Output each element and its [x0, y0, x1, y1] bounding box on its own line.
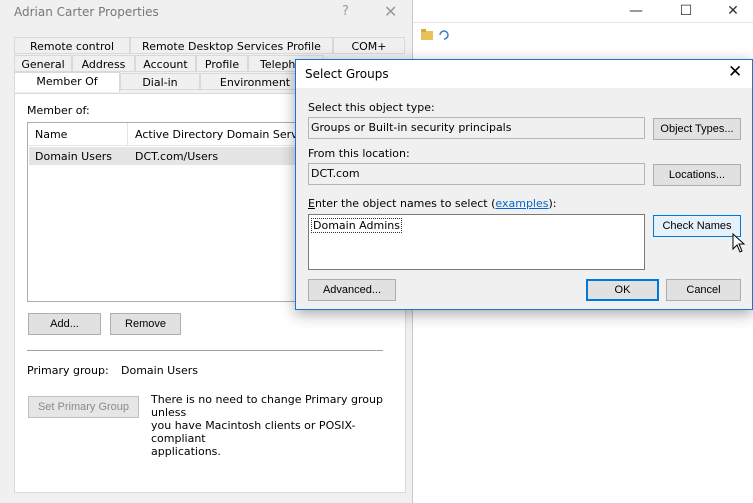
- dialog-titlebar: Select Groups ✕: [296, 60, 752, 88]
- tab-general[interactable]: General: [14, 55, 72, 72]
- enter-names-suffix: ):: [548, 197, 557, 210]
- maximize-icon[interactable]: ☐: [671, 2, 701, 20]
- close-icon[interactable]: ✕: [384, 2, 397, 21]
- locations-button[interactable]: Locations...: [653, 164, 741, 186]
- tab-com-plus[interactable]: COM+: [333, 37, 405, 54]
- object-names-value: Domain Admins: [311, 218, 402, 233]
- row-name-cell: Domain Users: [35, 150, 112, 163]
- tab-member-of[interactable]: Member Of: [14, 72, 120, 92]
- primary-group-info: There is no need to change Primary group…: [151, 393, 391, 458]
- help-icon[interactable]: ?: [342, 4, 349, 19]
- tab-address[interactable]: Address: [72, 55, 135, 72]
- member-of-label: Member of:: [27, 104, 90, 117]
- minimize-icon[interactable]: —: [621, 2, 651, 20]
- ok-button[interactable]: OK: [586, 279, 659, 301]
- enter-names-label: Enter the object names to select (exampl…: [308, 197, 556, 210]
- advanced-button[interactable]: Advanced...: [308, 279, 396, 301]
- column-header-name[interactable]: Name: [35, 128, 67, 141]
- location-label: From this location:: [308, 147, 410, 160]
- tab-profile[interactable]: Profile: [196, 55, 248, 72]
- add-button[interactable]: Add...: [28, 313, 101, 335]
- close-icon[interactable]: ✕: [728, 62, 742, 82]
- check-names-button[interactable]: Check Names: [653, 215, 741, 237]
- object-types-button[interactable]: Object Types...: [653, 118, 741, 140]
- table-row[interactable]: Domain Users DCT.com/Users: [29, 147, 316, 165]
- tab-account[interactable]: Account: [135, 55, 196, 72]
- tab-dial-in[interactable]: Dial-in: [120, 73, 200, 90]
- info-line: you have Macintosh clients or POSIX-comp…: [151, 419, 356, 445]
- object-type-field: Groups or Built-in security principals: [308, 117, 645, 139]
- info-line: There is no need to change Primary group…: [151, 393, 383, 419]
- column-divider[interactable]: [127, 123, 128, 145]
- object-names-input[interactable]: Domain Admins: [308, 214, 645, 270]
- row-folder-cell: DCT.com/Users: [135, 150, 219, 163]
- list-header: Name Active Directory Domain Services Fo…: [28, 123, 357, 146]
- cancel-button[interactable]: Cancel: [666, 279, 741, 301]
- remove-button[interactable]: Remove: [110, 313, 181, 335]
- info-line: applications.: [151, 445, 221, 458]
- member-of-list[interactable]: Name Active Directory Domain Services Fo…: [27, 122, 357, 302]
- window-title: Adrian Carter Properties: [14, 5, 159, 19]
- accelerator-key: E: [308, 197, 315, 210]
- object-type-label: Select this object type:: [308, 101, 435, 114]
- primary-group-value: Domain Users: [121, 364, 198, 377]
- divider: [27, 350, 383, 351]
- dialog-title: Select Groups: [305, 67, 389, 81]
- tab-rds-profile[interactable]: Remote Desktop Services Profile: [130, 37, 333, 54]
- location-field: DCT.com: [308, 163, 645, 185]
- tab-remote-control[interactable]: Remote control: [14, 37, 130, 54]
- primary-group-label: Primary group:: [27, 364, 109, 377]
- select-groups-dialog: Select Groups ✕ Select this object type:…: [295, 59, 753, 310]
- folder-icon[interactable]: [421, 29, 433, 40]
- tab-environment[interactable]: Environment: [200, 73, 310, 90]
- enter-names-text: nter the object names to select (: [314, 197, 496, 210]
- mouse-cursor-icon: [732, 233, 746, 253]
- close-icon[interactable]: ✕: [718, 2, 748, 20]
- background-toolbar: [411, 22, 753, 51]
- set-primary-group-button[interactable]: Set Primary Group: [28, 396, 139, 418]
- refresh-icon[interactable]: [438, 29, 450, 40]
- examples-link[interactable]: examples: [495, 197, 548, 210]
